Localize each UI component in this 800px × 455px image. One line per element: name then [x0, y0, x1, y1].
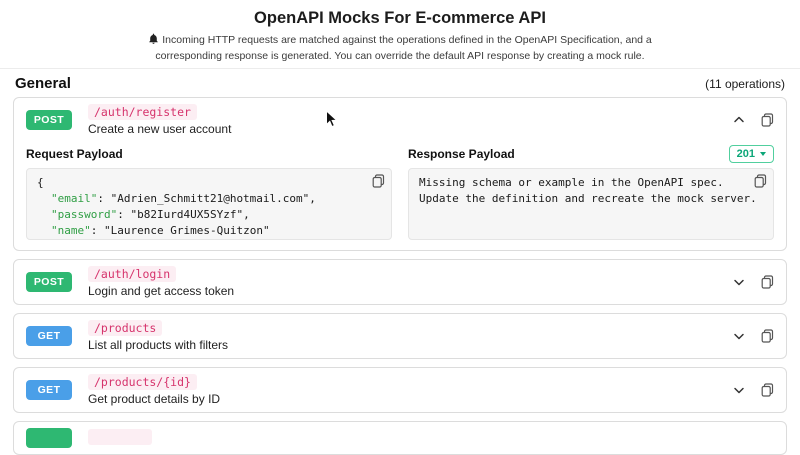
header: OpenAPI Mocks For E-commerce API Incomin… [0, 0, 800, 69]
operation-header[interactable]: GET /products/{id} Get product details b… [14, 368, 786, 412]
code-line: } [37, 239, 381, 240]
operation-info [88, 429, 152, 447]
json-key: "name" [51, 224, 91, 237]
operation-info: /products/{id} Get product details by ID [88, 374, 220, 406]
json-key: "email" [51, 192, 98, 205]
request-payload-title: Request Payload [26, 147, 123, 161]
json-comma: , [243, 208, 250, 221]
json-value: "Laurence Grimes-Quitzon" [104, 224, 270, 237]
method-badge [26, 428, 72, 448]
page-title: OpenAPI Mocks For E-commerce API [254, 9, 546, 27]
operations-list: POST /auth/register Create a new user ac… [0, 97, 800, 455]
chevron-down-icon[interactable] [732, 383, 746, 397]
code-line: Update the definition and recreate the m… [419, 192, 757, 205]
operation-path: /products [88, 320, 163, 336]
info-note: Incoming HTTP requests are matched again… [0, 33, 800, 63]
page: OpenAPI Mocks For E-commerce API Incomin… [0, 0, 800, 455]
response-payload-title: Response Payload [408, 147, 515, 161]
operation-card-auth-login: POST /auth/login Login and get access to… [13, 259, 787, 305]
response-payload-section: Response Payload 201 Missing schema or e… [408, 144, 774, 240]
header-actions [732, 329, 774, 343]
chevron-up-icon[interactable] [732, 113, 746, 127]
method-badge: GET [26, 326, 72, 346]
request-payload-section: Request Payload { "email": "Adrien_Schmi… [26, 144, 392, 240]
info-line-1: Incoming HTTP requests are matched again… [162, 34, 652, 46]
operation-details: Request Payload { "email": "Adrien_Schmi… [14, 142, 786, 250]
operation-description: Create a new user account [88, 122, 232, 136]
header-actions [732, 275, 774, 289]
header-actions [732, 383, 774, 397]
json-value: "b82Iurd4UX5SYzf" [130, 208, 244, 221]
operation-card-auth-register: POST /auth/register Create a new user ac… [13, 97, 787, 251]
copy-response-icon[interactable] [754, 174, 767, 188]
chevron-down-icon[interactable] [732, 275, 746, 289]
operation-card-products: GET /products List all products with fil… [13, 313, 787, 359]
json-comma: , [309, 192, 316, 205]
operation-header[interactable]: POST /auth/register Create a new user ac… [14, 98, 786, 142]
operations-count: (11 operations) [705, 77, 785, 91]
code-line: "email": "Adrien_Schmitt21@hotmail.com", [37, 191, 381, 207]
operation-header[interactable] [14, 422, 786, 454]
copy-operation-icon[interactable] [761, 383, 774, 397]
copy-operation-icon[interactable] [761, 329, 774, 343]
dropdown-caret-icon [760, 152, 766, 156]
response-code-block: Missing schema or example in the OpenAPI… [408, 168, 774, 240]
request-payload-head: Request Payload [26, 144, 392, 164]
operation-description: List all products with filters [88, 338, 229, 352]
operation-header[interactable]: POST /auth/login Login and get access to… [14, 260, 786, 304]
method-badge: POST [26, 272, 72, 292]
bell-icon [148, 33, 159, 49]
code-line: "name": "Laurence Grimes-Quitzon" [37, 223, 381, 239]
operation-header[interactable]: GET /products List all products with fil… [14, 314, 786, 358]
status-code: 201 [736, 148, 755, 160]
copy-operation-icon[interactable] [761, 113, 774, 127]
json-sep: : [117, 208, 131, 221]
operation-description: Login and get access token [88, 284, 235, 298]
method-badge: GET [26, 380, 72, 400]
section-bar: General (11 operations) [0, 69, 800, 97]
json-sep: : [97, 192, 111, 205]
response-payload-head: Response Payload 201 [408, 144, 774, 164]
operation-path: /auth/register [88, 104, 197, 120]
code-line: Missing schema or example in the OpenAPI… [419, 176, 724, 189]
operation-info: /auth/register Create a new user account [88, 104, 231, 136]
code-line: "password": "b82Iurd4UX5SYzf", [37, 207, 381, 223]
request-code-block: { "email": "Adrien_Schmitt21@hotmail.com… [26, 168, 392, 240]
info-line-2: corresponding response is generated. You… [155, 50, 645, 62]
response-status-select[interactable]: 201 [728, 145, 774, 163]
operation-card-partial [13, 421, 787, 455]
json-sep: : [90, 224, 104, 237]
operation-path [88, 429, 152, 445]
operation-info: /auth/login Login and get access token [88, 266, 234, 298]
method-badge: POST [26, 110, 72, 130]
operation-info: /products List all products with filters [88, 320, 228, 352]
operation-path: /auth/login [88, 266, 177, 282]
code-line: { [37, 176, 44, 189]
header-actions [732, 113, 774, 127]
json-key: "password" [51, 208, 118, 221]
copy-operation-icon[interactable] [761, 275, 774, 289]
json-value: "Adrien_Schmitt21@hotmail.com" [110, 192, 310, 205]
operation-path: /products/{id} [88, 374, 197, 390]
chevron-down-icon[interactable] [732, 329, 746, 343]
section-title: General [15, 75, 71, 92]
operation-description: Get product details by ID [88, 392, 221, 406]
copy-request-icon[interactable] [372, 174, 385, 188]
operation-card-products-id: GET /products/{id} Get product details b… [13, 367, 787, 413]
